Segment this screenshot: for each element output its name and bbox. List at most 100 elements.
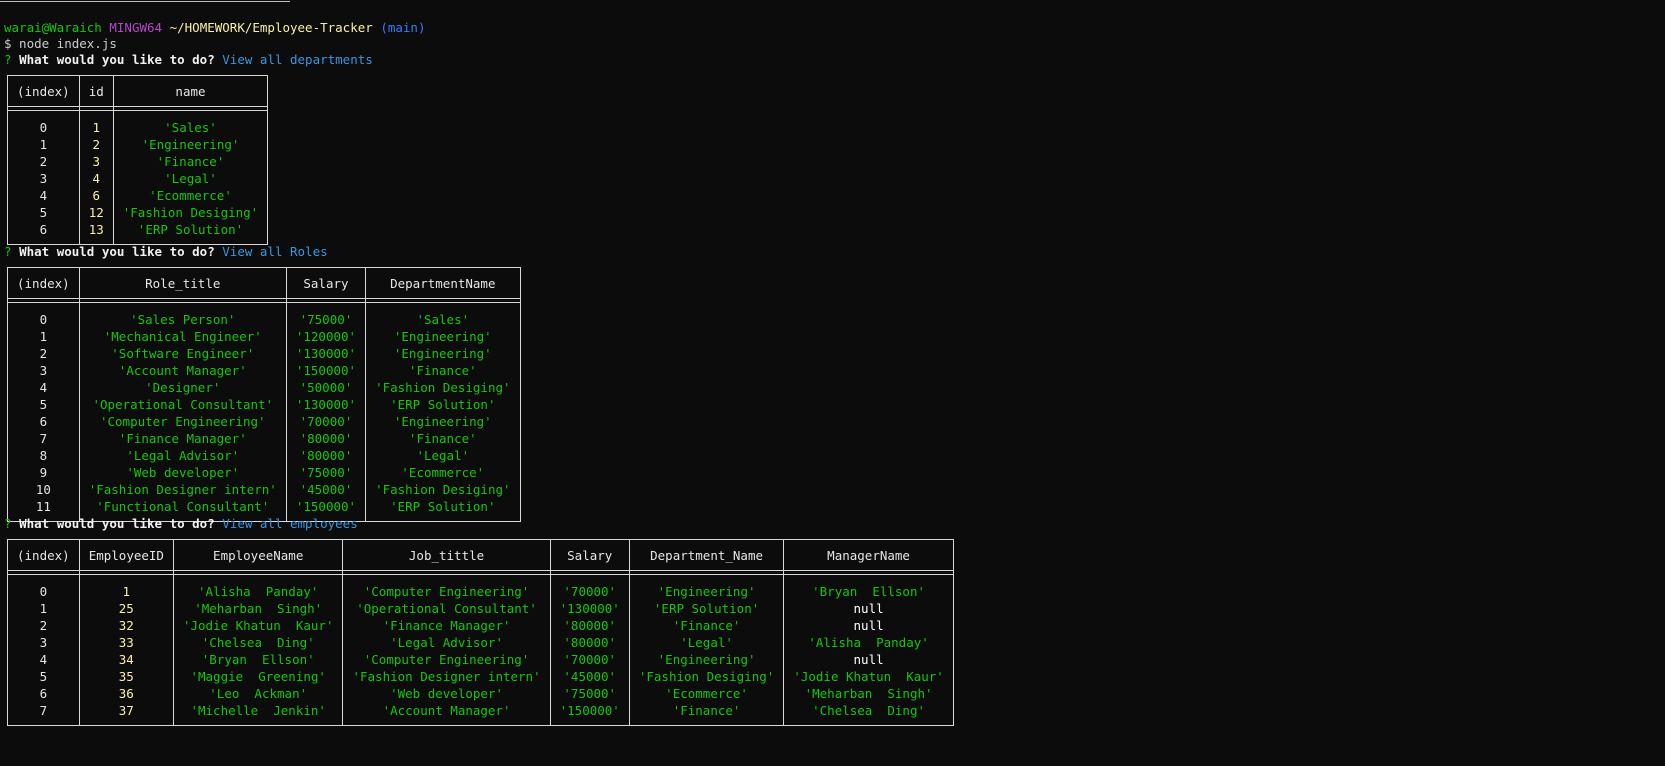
column-header: (index)	[7, 75, 80, 107]
table-row: 4 34 'Bryan Ellson' 'Computer Engineering' '…	[7, 651, 954, 668]
table-cell: 2	[7, 617, 80, 634]
table-cell: '70000'	[549, 651, 630, 668]
table-cell: 'Sales'	[365, 311, 521, 328]
table-row: 7 'Finance Manager' '80000' 'Finance'	[7, 430, 521, 447]
table-cell: 'Bryan Ellson'	[783, 583, 954, 600]
employees-table: (index) EmployeeID EmployeeName Job_tittle S…	[7, 539, 954, 726]
table-cell: 'Chelsea Ding'	[783, 702, 954, 719]
question-line-1: ? What would you like to do? View all de…	[4, 51, 373, 68]
column-header: EmployeeName	[172, 539, 344, 571]
table-row: 8 'Legal Advisor' '80000' 'Legal'	[7, 447, 521, 464]
table-row: 0 1 'Alisha Panday' 'Computer Engineering' '…	[7, 583, 954, 600]
table-cell: 3	[7, 170, 80, 187]
table-cell: 'Legal'	[365, 447, 521, 464]
table-row: 11 'Functional Consultant' '150000' 'ERP So…	[7, 498, 521, 515]
table-row: 1 25 'Meharban Singh' 'Operational Consulta…	[7, 600, 954, 617]
table-cell: 'Engineering'	[628, 651, 785, 668]
column-header: Role_title	[78, 267, 287, 299]
question-line-2: ? What would you like to do? View all Ro…	[4, 243, 328, 260]
table-cell: null	[783, 600, 954, 617]
table-cell: 'Legal Advisor'	[78, 447, 287, 464]
table-row: 5 'Operational Consultant' '130000' 'ERP So…	[7, 396, 521, 413]
column-header: id	[78, 75, 114, 107]
prompt-shell: MINGW64	[109, 20, 163, 35]
table-cell: 1	[7, 600, 80, 617]
table-cell: 'Operational Consultant'	[78, 396, 287, 413]
table-cell: 'Finance'	[365, 430, 521, 447]
table-cell: 'Legal'	[112, 170, 269, 187]
table-cell: 5	[7, 668, 80, 685]
table-cell: 'Bryan Ellson'	[172, 651, 344, 668]
table-cell: 'Jodie Khatun Kaur'	[172, 617, 344, 634]
table-cell: '45000'	[285, 481, 367, 498]
table-cell: 6	[7, 221, 80, 238]
table-cell: 'Jodie Khatun Kaur'	[783, 668, 954, 685]
prompt-user-host: warai@Waraich	[4, 20, 102, 35]
column-header: Salary	[549, 539, 630, 571]
table-cell: 2	[7, 345, 80, 362]
table-cell: 0	[7, 311, 80, 328]
table-cell: 'Engineering'	[365, 328, 521, 345]
table-cell: 'Ecommerce'	[628, 685, 785, 702]
table-cell: 7	[7, 430, 80, 447]
table-row: 6 36 'Leo Ackman' 'Web developer' '75000' 'Ec…	[7, 685, 954, 702]
terminal-window[interactable]: warai@Waraich MINGW64 ~/HOMEWORK/Employe…	[0, 0, 1665, 766]
table-cell: 4	[7, 187, 80, 204]
table-cell: 4	[7, 651, 80, 668]
table-cell: 34	[78, 651, 174, 668]
table-cell: 'Operational Consultant'	[342, 600, 551, 617]
table-cell: '50000'	[285, 379, 367, 396]
table-cell: 35	[78, 668, 174, 685]
column-header: Job_tittle	[342, 539, 551, 571]
prompt-path: ~/HOMEWORK/Employee-Tracker	[169, 20, 373, 35]
table-cell: 13	[78, 221, 114, 238]
table-cell: 5	[7, 396, 80, 413]
table-cell: '75000'	[285, 464, 367, 481]
question-mark-icon: ?	[4, 244, 12, 259]
table-cell: 'Software Engineer'	[78, 345, 287, 362]
table-cell: 'Ecommerce'	[365, 464, 521, 481]
table-cell: '45000'	[549, 668, 630, 685]
table-cell: '130000'	[285, 396, 367, 413]
table-cell: 'Meharban Singh'	[783, 685, 954, 702]
table-cell: 'Alisha Panday'	[172, 583, 344, 600]
table-cell: 6	[7, 685, 80, 702]
table-row: 3 'Account Manager' '150000' 'Finance'	[7, 362, 521, 379]
table-cell: '130000'	[549, 600, 630, 617]
table-cell: '80000'	[549, 634, 630, 651]
table-row: 6 13 'ERP Solution'	[7, 221, 269, 238]
table-cell: 37	[78, 702, 174, 719]
table-row: 0 1 'Sales'	[7, 119, 269, 136]
table-cell: 'Finance Manager'	[78, 430, 287, 447]
table-cell: 10	[7, 481, 80, 498]
table-cell: '150000'	[549, 702, 630, 719]
table-row: 2 3 'Finance'	[7, 153, 269, 170]
table-cell: 6	[78, 187, 114, 204]
table-row: 1 2 'Engineering'	[7, 136, 269, 153]
table-cell: 'Michelle Jenkin'	[172, 702, 344, 719]
table-cell: 4	[7, 379, 80, 396]
column-header: name	[112, 75, 269, 107]
column-header: ManagerName	[783, 539, 954, 571]
table-row: 4 6 'Ecommerce'	[7, 187, 269, 204]
table-cell: 'Designer'	[78, 379, 287, 396]
table-cell: 'ERP Solution'	[112, 221, 269, 238]
table-cell: 'Engineering'	[628, 583, 785, 600]
table-cell: 'Finance'	[112, 153, 269, 170]
table-cell: 'Web developer'	[78, 464, 287, 481]
table-cell: 'Account Manager'	[78, 362, 287, 379]
question-line-3: ? What would you like to do? View all em…	[4, 515, 358, 532]
table-cell: 3	[78, 153, 114, 170]
table-cell: 1	[7, 136, 80, 153]
table-cell: '150000'	[285, 498, 367, 515]
table-cell: null	[783, 617, 954, 634]
table-cell: '70000'	[285, 413, 367, 430]
table-cell: 4	[78, 170, 114, 187]
table-cell: 'Finance'	[628, 617, 785, 634]
table-cell: 'Sales'	[112, 119, 269, 136]
table-cell: '80000'	[285, 447, 367, 464]
table-cell: 1	[78, 119, 114, 136]
table-cell: 'Legal Advisor'	[342, 634, 551, 651]
table-cell: 'Computer Engineering'	[78, 413, 287, 430]
table-cell: 3	[7, 362, 80, 379]
